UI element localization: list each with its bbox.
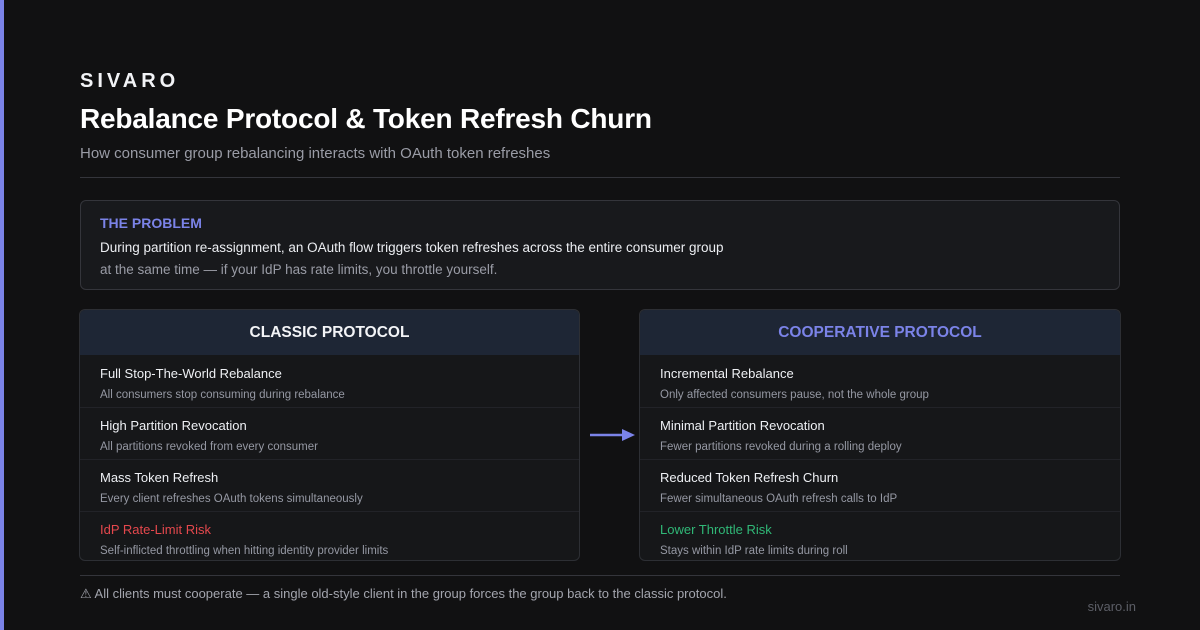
item-name: Lower Throttle Risk <box>660 522 772 537</box>
accent-bar <box>0 0 4 630</box>
problem-text-line-2: at the same time — if your IdP has rate … <box>100 262 498 277</box>
item-description: Only affected consumers pause, not the w… <box>660 389 929 401</box>
item-name: Minimal Partition Revocation <box>660 418 825 433</box>
problem-heading: THE PROBLEM <box>100 215 202 231</box>
item-name: IdP Rate-Limit Risk <box>100 522 212 537</box>
domain-link[interactable]: sivaro.in <box>1088 599 1136 614</box>
item-name: Mass Token Refresh <box>100 470 219 485</box>
footer-warning-note: ⚠ All clients must cooperate — a single … <box>80 586 727 601</box>
cooperative-item-incremental: Incremental Rebalance Only affected cons… <box>660 366 929 401</box>
item-description: Self-inflicted throttling when hitting i… <box>100 545 389 557</box>
classic-protocol-title: CLASSIC PROTOCOL <box>80 310 579 355</box>
problem-card: THE PROBLEM During partition re-assignme… <box>80 200 1120 290</box>
item-divider <box>80 459 579 460</box>
item-name: Full Stop-The-World Rebalance <box>100 366 282 381</box>
cooperative-protocol-panel: COOPERATIVE PROTOCOL Incremental Rebalan… <box>639 309 1121 561</box>
item-description: Every client refreshes OAuth tokens simu… <box>100 493 363 505</box>
item-description: Stays within IdP rate limits during roll <box>660 545 848 557</box>
cooperative-item-partition-revocation: Minimal Partition Revocation Fewer parti… <box>660 418 902 453</box>
brand-logo: SIVARO <box>80 70 180 92</box>
problem-text-line-1: During partition re-assignment, an OAuth… <box>100 240 724 255</box>
item-description: Fewer simultaneous OAuth refresh calls t… <box>660 493 898 505</box>
item-divider <box>80 407 579 408</box>
item-divider <box>640 407 1120 408</box>
classic-item-stop-the-world: Full Stop-The-World Rebalance All consum… <box>100 366 345 401</box>
item-name: Reduced Token Refresh Churn <box>660 470 839 485</box>
item-description: Fewer partitions revoked during a rollin… <box>660 441 902 453</box>
arrow-right-icon <box>590 429 635 441</box>
item-divider <box>640 511 1120 512</box>
cooperative-item-throttle-risk: Lower Throttle Risk Stays within IdP rat… <box>660 522 848 557</box>
classic-item-token-refresh: Mass Token Refresh Every client refreshe… <box>100 470 363 505</box>
classic-item-rate-limit-risk: IdP Rate-Limit Risk Self-inflicted throt… <box>100 522 388 557</box>
item-name: High Partition Revocation <box>100 418 247 433</box>
item-divider <box>640 459 1120 460</box>
item-divider <box>80 511 579 512</box>
header-divider <box>80 177 1120 178</box>
classic-protocol-panel: CLASSIC PROTOCOL Full Stop-The-World Reb… <box>79 309 580 561</box>
classic-item-partition-revocation: High Partition Revocation All partitions… <box>100 418 318 453</box>
footer-divider <box>80 575 1120 576</box>
item-description: All partitions revoked from every consum… <box>100 441 318 453</box>
page-title: Rebalance Protocol & Token Refresh Churn <box>80 103 652 134</box>
page-subtitle: How consumer group rebalancing interacts… <box>80 145 551 162</box>
cooperative-item-token-refresh: Reduced Token Refresh Churn Fewer simult… <box>660 470 897 505</box>
item-description: All consumers stop consuming during reba… <box>100 389 345 401</box>
item-name: Incremental Rebalance <box>660 366 794 381</box>
cooperative-protocol-title: COOPERATIVE PROTOCOL <box>640 310 1120 355</box>
